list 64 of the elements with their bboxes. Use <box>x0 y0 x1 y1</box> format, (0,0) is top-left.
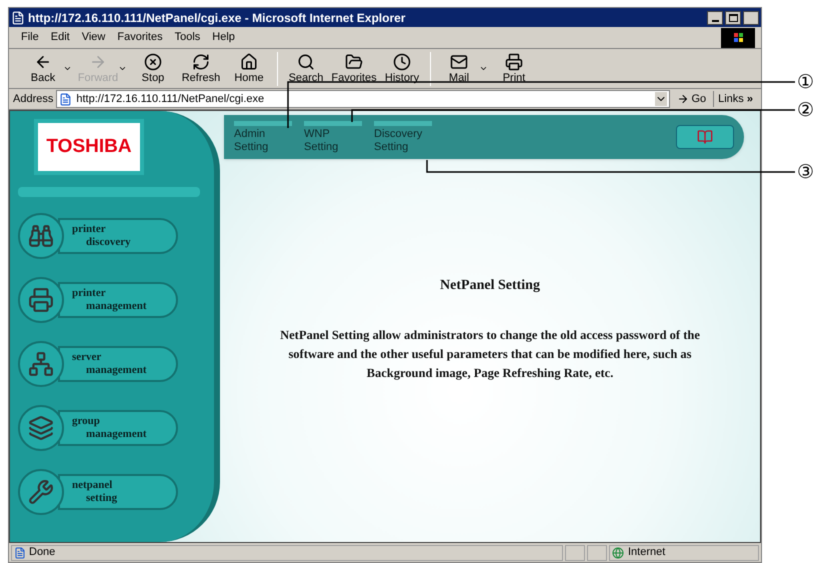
status-panel <box>565 544 585 560</box>
folder-icon <box>345 52 363 70</box>
callout-number: ③ <box>797 161 814 183</box>
sidebar-nav-button[interactable]: group management <box>58 410 178 446</box>
sidebar-nav-button[interactable]: netpanel setting <box>58 474 178 510</box>
wrench-icon <box>28 479 54 505</box>
printers-icon <box>28 415 54 441</box>
dropdown-caret-icon[interactable] <box>118 64 127 73</box>
menu-item[interactable]: View <box>76 29 112 46</box>
dropdown-caret-icon[interactable] <box>479 64 488 73</box>
logo-text: TOSHIBA <box>46 134 132 159</box>
callout-number: ① <box>797 71 814 93</box>
globe-icon <box>612 546 624 558</box>
toolbar-button[interactable]: Favorites <box>330 52 378 84</box>
content-paragraph: NetPanel Setting allow administrators to change the old access password of the software and the other useful parameters that can be modified here, such as Background image, Page Refreshing Rate, etc. <box>279 327 701 382</box>
address-field[interactable]: http://172.16.110.111/NetPanel/cgi.exe <box>56 90 670 108</box>
page-icon <box>14 546 26 558</box>
toolbar-button[interactable]: Home <box>225 52 273 84</box>
zone-panel: Internet <box>609 544 759 560</box>
network-icon <box>28 351 54 377</box>
menu-item[interactable]: Help <box>206 29 241 46</box>
toolbar-button[interactable]: Search <box>282 52 330 84</box>
page-icon <box>11 10 25 24</box>
menu-item[interactable]: File <box>15 29 45 46</box>
toolbar-button[interactable]: Print <box>490 52 538 84</box>
manual-button[interactable] <box>676 125 734 149</box>
status-text-panel: Done <box>11 544 563 560</box>
refresh-icon <box>192 52 210 70</box>
top-nav-link[interactable]: Discovery Setting <box>374 120 432 154</box>
address-label: Address <box>13 92 54 107</box>
menu-item[interactable]: Favorites <box>111 29 169 46</box>
top-nav-link[interactable]: WNP Setting <box>304 120 362 154</box>
menu-item[interactable]: Tools <box>168 29 206 46</box>
toolbar-button[interactable]: Refresh <box>177 52 225 84</box>
toolbar-button[interactable]: Back <box>19 52 67 84</box>
printer-icon <box>505 52 523 70</box>
stop-icon <box>144 52 162 70</box>
window-title: http://172.16.110.111/NetPanel/cgi.exe - Microsoft Internet Explorer <box>28 10 406 26</box>
toolbar-button[interactable]: History <box>378 52 426 84</box>
sidebar-nav-button[interactable]: printer discovery <box>58 218 178 254</box>
book-icon <box>695 129 715 145</box>
sidebar-nav-button[interactable]: server management <box>58 346 178 382</box>
minimize-button[interactable] <box>707 10 723 24</box>
toolbar-button[interactable]: Mail <box>435 52 483 84</box>
toolbar-button[interactable]: Stop <box>129 52 177 84</box>
search-icon <box>297 52 315 70</box>
binoculars-icon <box>28 223 54 249</box>
callout-number: ② <box>797 99 814 121</box>
go-button[interactable]: Go <box>673 90 710 108</box>
home-icon <box>240 52 258 70</box>
menu-item[interactable]: Edit <box>44 29 76 46</box>
clock-icon <box>393 52 411 70</box>
status-panel <box>587 544 607 560</box>
maximize-button[interactable] <box>725 10 741 24</box>
dropdown-caret-icon[interactable] <box>63 64 72 73</box>
windows-logo-icon <box>721 28 755 48</box>
page-icon <box>59 92 72 106</box>
content-heading: NetPanel Setting <box>440 277 540 295</box>
printer-icon <box>28 287 54 313</box>
mail-icon <box>450 52 468 70</box>
arrow-icon <box>677 93 690 105</box>
links-button[interactable]: Links » <box>713 90 757 108</box>
top-nav-link[interactable]: Admin Setting <box>234 120 292 154</box>
sidebar-nav-button[interactable]: printer management <box>58 282 178 318</box>
